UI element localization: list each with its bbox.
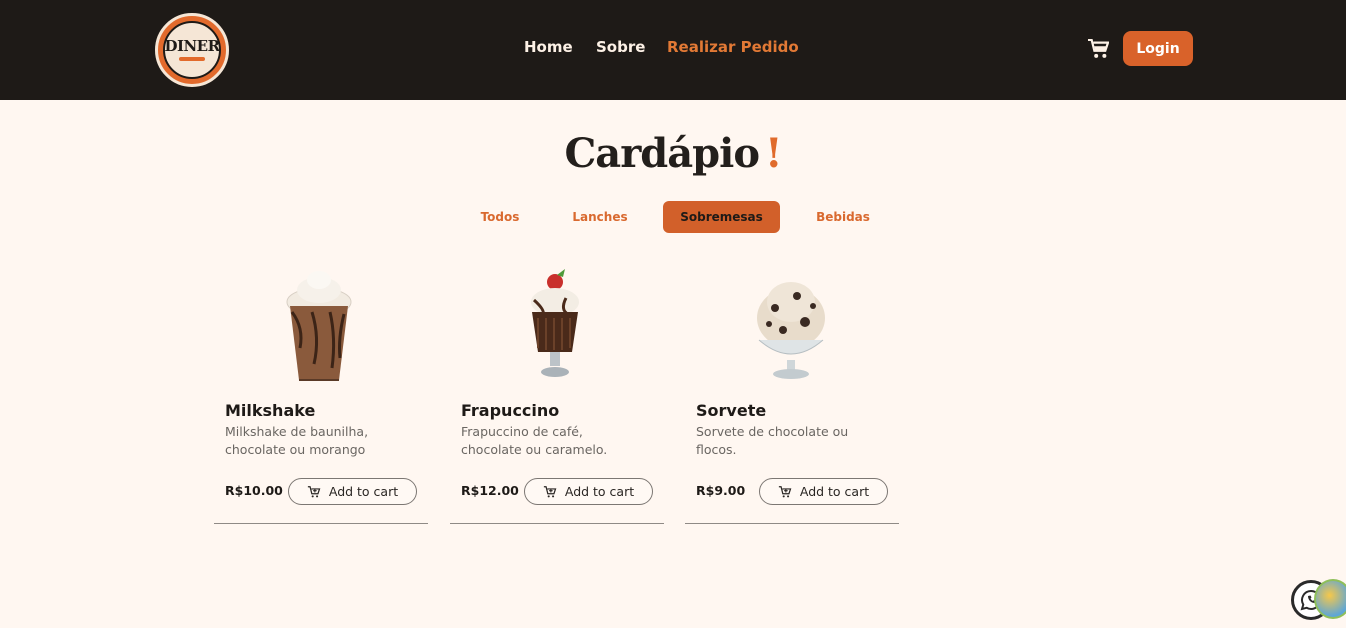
floating-avatar-icon[interactable]: [1314, 579, 1346, 619]
product-description: Milkshake de baunilha, chocolate ou mora…: [225, 424, 369, 457]
cart-icon[interactable]: [1087, 39, 1109, 59]
product-price: R$12.00: [461, 483, 519, 498]
product-name: Sorvete: [696, 401, 767, 420]
frapuccino-image: [531, 269, 579, 377]
product-description: Frapuccino de café, chocolate ou caramel…: [461, 424, 608, 457]
nav-sobre-link[interactable]: Sobre: [596, 38, 645, 56]
add-to-cart-button[interactable]: Add to cart: [524, 478, 653, 505]
product-card: Sorvete Sorvete de chocolate ou flocos. …: [685, 262, 899, 524]
page-title-text: Cardápio: [564, 130, 760, 177]
page-title-accent: !: [765, 130, 783, 177]
product-price: R$9.00: [696, 483, 746, 498]
add-to-cart-label: Add to cart: [328, 484, 399, 499]
product-name: Frapuccino: [461, 401, 560, 420]
product-description: Sorvete de chocolate ou flocos.: [696, 424, 849, 457]
tab-lanches[interactable]: Lanches: [560, 201, 640, 233]
tab-sobremesas[interactable]: Sobremesas: [663, 201, 780, 233]
tab-bebidas[interactable]: Bebidas: [805, 201, 881, 233]
tab-todos[interactable]: Todos: [465, 201, 535, 233]
add-to-cart-button[interactable]: Add to cart: [288, 478, 417, 505]
add-to-cart-label: Add to cart: [564, 484, 635, 499]
product-name: Milkshake: [225, 401, 316, 420]
product-price: R$10.00: [225, 483, 283, 498]
product-card: Frapuccino Frapuccino de café, chocolate…: [450, 262, 664, 524]
cart-plus-icon: [778, 485, 792, 497]
add-to-cart-label: Add to cart: [799, 484, 870, 499]
cart-plus-icon: [307, 485, 321, 497]
login-button[interactable]: Login: [1123, 31, 1193, 66]
milkshake-image: [286, 271, 352, 381]
product-card: Milkshake Milkshake de baunilha, chocola…: [214, 262, 428, 524]
sorvete-image: [757, 282, 825, 379]
add-to-cart-button[interactable]: Add to cart: [759, 478, 888, 505]
cart-plus-icon: [543, 485, 557, 497]
nav-realizar-pedido-link[interactable]: Realizar Pedido: [667, 38, 799, 56]
page-title: Cardápio!: [0, 130, 1346, 177]
top-navbar: DINER Home Sobre Realizar Pedido Login: [0, 0, 1346, 100]
nav-home-link[interactable]: Home: [524, 38, 573, 56]
